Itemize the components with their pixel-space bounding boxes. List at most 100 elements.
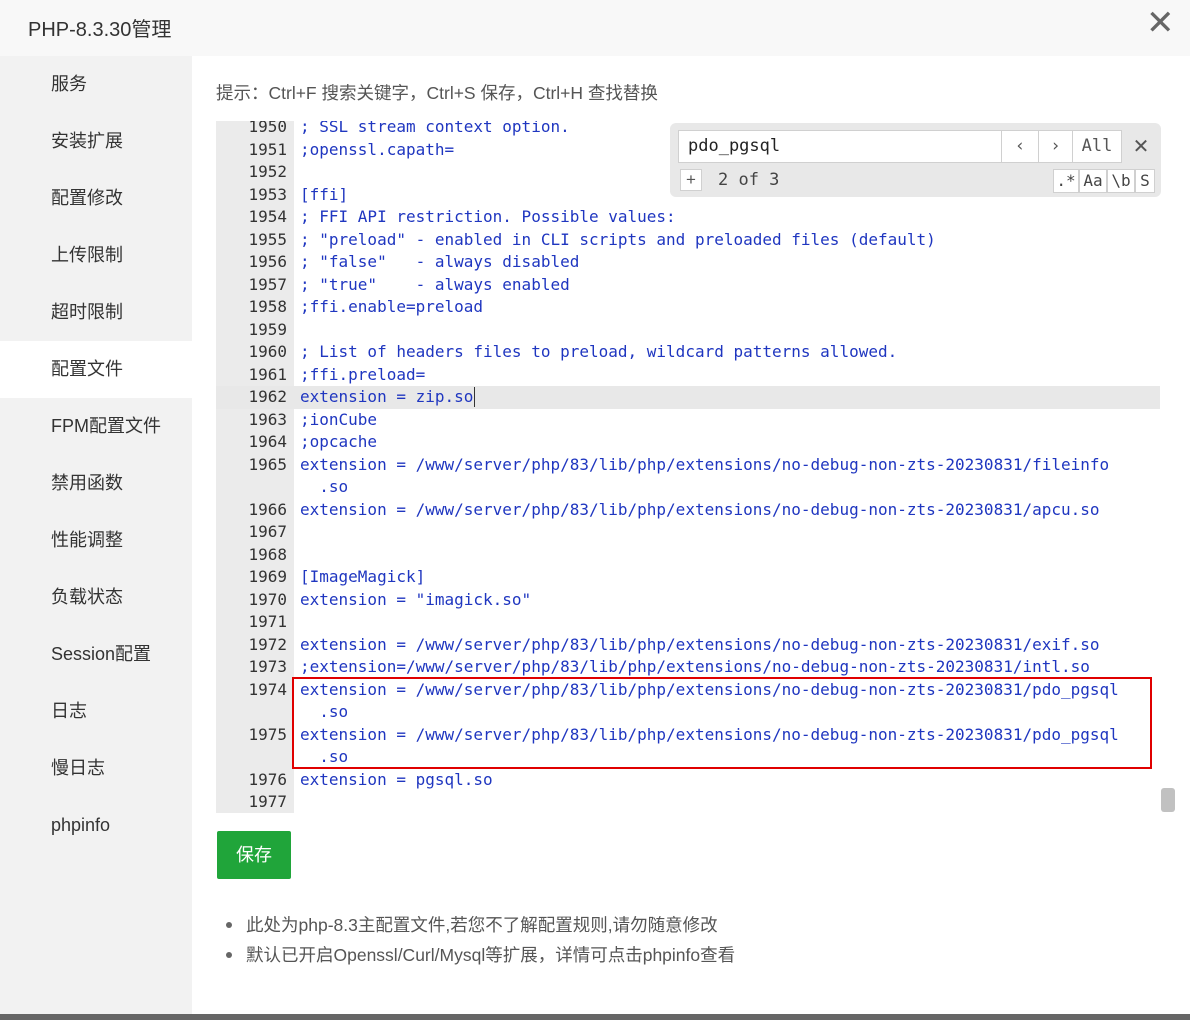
sidebar-item-service[interactable]: 服务 — [0, 56, 192, 113]
line-number: 1958 — [248, 297, 287, 316]
line-text: ;ffi.preload= — [300, 364, 426, 384]
text-cursor — [474, 387, 475, 407]
code-line[interactable]: 1966 extension = /www/server/php/83/lib/p… — [216, 499, 1160, 522]
sidebar-item-config-modify[interactable]: 配置修改 — [0, 170, 192, 227]
sidebar-item-config-file[interactable]: 配置文件 — [0, 341, 192, 398]
bullet-icon — [226, 952, 232, 958]
search-panel: pdo_pgsql ‹ › All ✕ + 2 of 3 .* Aa \b S — [670, 123, 1161, 197]
note-item: 此处为php-8.3主配置文件,若您不了解配置规则,请勿随意修改 — [226, 910, 735, 940]
sidebar-item-fpm-config[interactable]: FPM配置文件 — [0, 398, 192, 455]
line-number: 1951 — [248, 139, 287, 159]
line-text: ; "false" - always disabled — [300, 252, 580, 271]
line-text: ;extension=/www/server/php/83/lib/php/ex… — [300, 657, 1090, 676]
match-count: 2 of 3 — [718, 170, 780, 190]
code-line[interactable]: 1965 extension = /www/server/php/83/lib/p… — [216, 454, 1160, 477]
prev-match-icon[interactable]: ‹ — [1001, 130, 1039, 163]
code-line[interactable]: 1957 ; "true" - always enabled — [216, 274, 1160, 297]
notes-list: 此处为php-8.3主配置文件,若您不了解配置规则,请勿随意修改 默认已开启Op… — [226, 910, 735, 970]
search-close-icon[interactable]: ✕ — [1129, 133, 1153, 159]
code-line[interactable]: 1973 ;extension=/www/server/php/83/lib/ph… — [216, 656, 1160, 679]
line-text: ; SSL stream context option. — [300, 121, 570, 136]
note-text: 此处为php-8.3主配置文件,若您不了解配置规则,请勿随意修改 — [246, 915, 718, 935]
sidebar-item-timeout-limit[interactable]: 超时限制 — [0, 284, 192, 341]
bottom-border — [0, 1014, 1190, 1020]
code-line[interactable]: 1971 — [216, 611, 1160, 634]
line-text: extension = "imagick.so" — [300, 589, 532, 609]
line-text: extension = zip.so — [300, 387, 474, 406]
sidebar-item-log[interactable]: 日志 — [0, 683, 192, 740]
line-text: ;ionCube — [300, 409, 378, 429]
code-line[interactable]: 1960 ; List of headers files to preload, … — [216, 341, 1160, 364]
window-title: PHP-8.3.30管理 — [28, 19, 172, 41]
expand-replace-icon[interactable]: + — [680, 169, 702, 191]
line-text: ;openssl.capath= — [300, 139, 455, 159]
line-number: 1963 — [248, 409, 287, 429]
sidebar-item-install-extensions[interactable]: 安装扩展 — [0, 113, 192, 170]
close-icon[interactable]: ✕ — [1146, 6, 1175, 40]
code-line[interactable]: 1954 ; FFI API restriction. Possible valu… — [216, 206, 1160, 229]
code-line[interactable]: 1961 ;ffi.preload= — [216, 364, 1160, 387]
save-button[interactable]: 保存 — [217, 831, 291, 879]
line-text: extension = /www/server/php/83/lib/php/e… — [300, 454, 1110, 474]
line-number: 1950 — [248, 121, 287, 136]
line-number: 1974 — [248, 679, 287, 699]
sidebar-item-performance[interactable]: 性能调整 — [0, 512, 192, 569]
word-toggle[interactable]: \b — [1107, 169, 1135, 193]
code-line[interactable]: 1977 — [216, 791, 1160, 813]
sidebar-item-slow-log[interactable]: 慢日志 — [0, 740, 192, 797]
highlight-box — [292, 677, 1152, 769]
line-text: extension = pgsql.so — [300, 769, 493, 789]
select-all-button[interactable]: All — [1072, 130, 1122, 163]
code-line[interactable]: 1959 — [216, 319, 1160, 342]
code-line[interactable]: 1963 ;ionCube — [216, 409, 1160, 432]
sidebar-item-phpinfo[interactable]: phpinfo — [0, 797, 192, 854]
sidebar-item-load-status[interactable]: 负载状态 — [0, 569, 192, 626]
line-number: 1956 — [248, 252, 287, 271]
line-number: 1975 — [248, 724, 287, 744]
line-number: 1962 — [248, 387, 287, 406]
sidebar-item-disabled-functions[interactable]: 禁用函数 — [0, 455, 192, 512]
sidebar-item-upload-limit[interactable]: 上传限制 — [0, 227, 192, 284]
editor-scrollbar[interactable] — [1161, 788, 1175, 812]
line-text: ;ffi.enable=preload — [300, 297, 484, 316]
shortcut-tip: 提示：Ctrl+F 搜索关键字，Ctrl+S 保存，Ctrl+H 查找替换 — [216, 83, 658, 103]
line-text: extension = /www/server/php/83/lib/php/e… — [300, 499, 1100, 519]
window-header: PHP-8.3.30管理 ✕ — [0, 0, 1190, 56]
in-selection-toggle[interactable]: S — [1135, 169, 1155, 193]
code-line[interactable]: 1967 — [216, 521, 1160, 544]
code-line[interactable]: 1964 ;opcache — [216, 431, 1160, 454]
regex-toggle[interactable]: .* — [1053, 169, 1079, 193]
line-number: 1953 — [248, 184, 287, 204]
line-text: ; "preload" - enabled in CLI scripts and… — [300, 229, 936, 249]
code-line[interactable]: 1970 extension = "imagick.so" — [216, 589, 1160, 612]
line-number: 1973 — [248, 657, 287, 676]
line-number: 1955 — [248, 229, 287, 249]
code-line[interactable]: 1976 extension = pgsql.so — [216, 769, 1160, 792]
code-line[interactable]: 1969 [ImageMagick] — [216, 566, 1160, 589]
case-toggle[interactable]: Aa — [1079, 169, 1107, 193]
line-number: 1970 — [248, 589, 287, 609]
sidebar-item-session[interactable]: Session配置 — [0, 626, 192, 683]
code-line[interactable]: 1962 extension = zip.so — [216, 386, 1160, 409]
line-number: 1969 — [248, 567, 287, 586]
line-text: ; List of headers files to preload, wild… — [300, 342, 898, 361]
code-line[interactable]: 1958 ;ffi.enable=preload — [216, 296, 1160, 319]
code-line[interactable]: 1955 ; "preload" - enabled in CLI scripts… — [216, 229, 1160, 252]
code-line[interactable]: 1956 ; "false" - always disabled — [216, 251, 1160, 274]
code-line[interactable]: .so — [216, 476, 1160, 499]
line-text: ; "true" - always enabled — [300, 274, 570, 294]
search-input[interactable]: pdo_pgsql — [678, 130, 1002, 163]
code-line[interactable]: 1968 — [216, 544, 1160, 567]
line-text: ;opcache — [300, 432, 378, 451]
next-match-icon[interactable]: › — [1038, 130, 1073, 163]
line-text: extension = /www/server/php/83/lib/php/e… — [300, 634, 1100, 654]
line-number: 1959 — [248, 319, 287, 339]
note-text: 默认已开启Openssl/Curl/Mysql等扩展，详情可点击phpinfo查… — [246, 945, 736, 965]
code-line[interactable]: 1972 extension = /www/server/php/83/lib/p… — [216, 634, 1160, 657]
line-number: 1961 — [248, 364, 287, 384]
line-number: 1968 — [248, 544, 287, 564]
bullet-icon — [226, 922, 232, 928]
sidebar: 服务 安装扩展 配置修改 上传限制 超时限制 配置文件 FPM配置文件 禁用函数… — [0, 56, 192, 1014]
line-text: [ffi] — [300, 184, 349, 204]
line-text: ; FFI API restriction. Possible values: — [300, 207, 676, 226]
